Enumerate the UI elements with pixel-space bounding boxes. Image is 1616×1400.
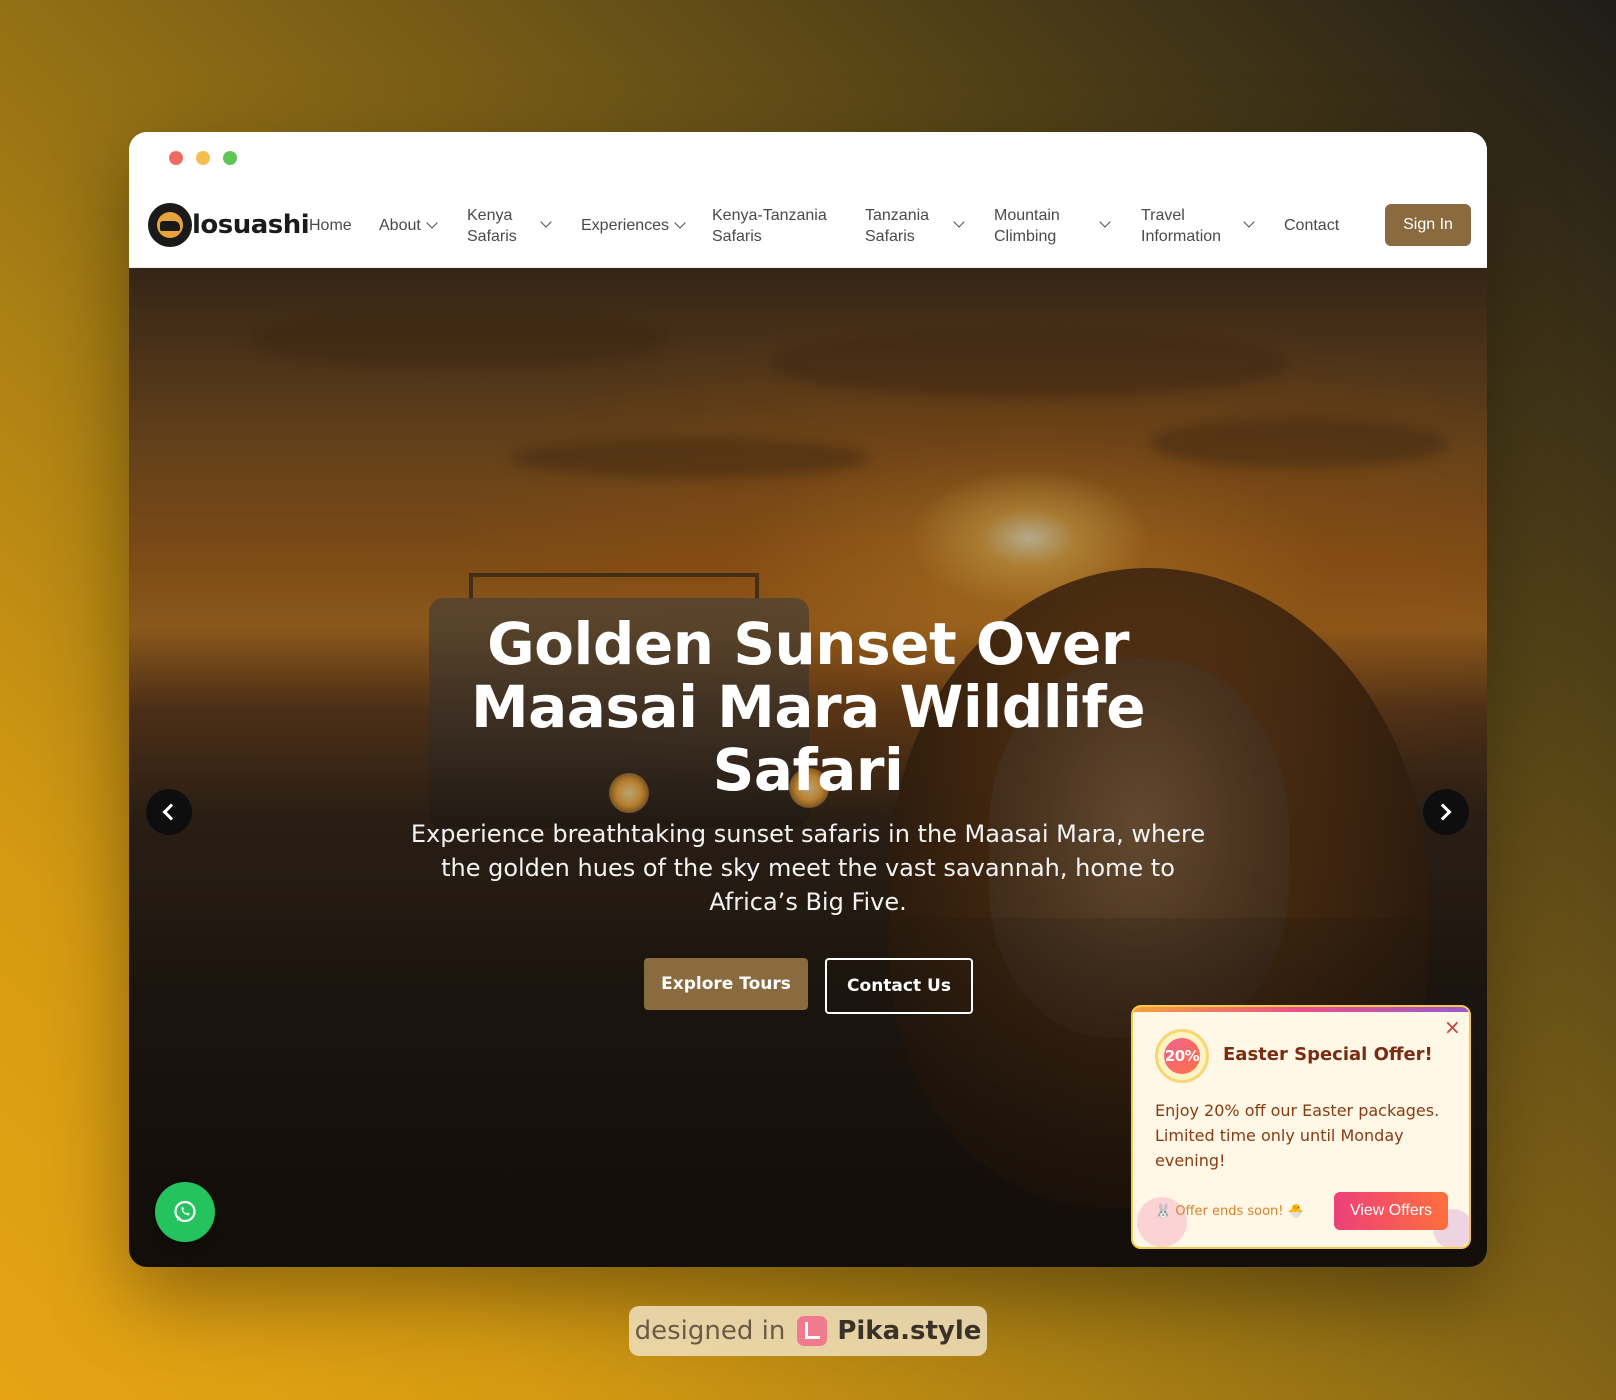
slider-next-button[interactable] (1423, 789, 1469, 835)
explore-tours-button[interactable]: Explore Tours (644, 958, 808, 1010)
whatsapp-icon (174, 1200, 196, 1223)
nav-item-travel-information[interactable]: Travel Information (1141, 205, 1231, 247)
promo-body: Enjoy 20% off our Easter packages. Limit… (1155, 1101, 1440, 1170)
nav-item-kenya-safaris[interactable]: Kenya Safaris (467, 205, 527, 247)
chevron-down-icon (426, 217, 438, 229)
promo-footnote: 🐰 Offer ends soon! 🐣 (1155, 1204, 1304, 1219)
chevron-right-icon (1434, 803, 1452, 821)
chevron-down-icon[interactable] (1099, 216, 1111, 228)
main-navbar: losuashi Home About Kenya Safaris Experi… (129, 186, 1487, 268)
discount-badge: 20% (1155, 1029, 1209, 1083)
easter-offer-popup: × 20% Easter Special Offer! Enjoy 20% of… (1131, 1005, 1471, 1249)
hero-title: Golden Sunset Over Maasai Mara Wildlife … (470, 610, 1146, 804)
chevron-down-icon[interactable] (1243, 216, 1255, 228)
nav-item-mountain-climbing[interactable]: Mountain Climbing (994, 205, 1074, 247)
chevron-down-icon[interactable] (540, 216, 552, 228)
nav-item-kenya-tanzania-safaris[interactable]: Kenya-Tanzania Safaris (712, 205, 837, 247)
view-offers-button[interactable]: View Offers (1334, 1192, 1448, 1230)
nav-item-contact[interactable]: Contact (1284, 215, 1339, 236)
site-logo[interactable]: losuashi (148, 203, 310, 247)
close-window-button[interactable] (169, 151, 183, 165)
sign-in-button[interactable]: Sign In (1385, 204, 1471, 246)
nav-item-about[interactable]: About (379, 215, 438, 236)
chevron-down-icon (674, 217, 686, 229)
designed-in-badge[interactable]: designed in Pika.style (629, 1306, 987, 1356)
window-titlebar (129, 132, 1487, 186)
nav-item-experiences[interactable]: Experiences (581, 215, 686, 236)
browser-window: losuashi Home About Kenya Safaris Experi… (129, 132, 1487, 1267)
minimize-window-button[interactable] (196, 151, 210, 165)
whatsapp-chat-button[interactable] (155, 1182, 215, 1242)
lion-sunset-logo-icon (148, 203, 192, 247)
maximize-window-button[interactable] (223, 151, 237, 165)
crop-icon (797, 1316, 828, 1346)
hero-subtitle: Experience breathtaking sunset safaris i… (410, 820, 1206, 916)
logo-text: losuashi (192, 210, 310, 240)
promo-title: Easter Special Offer! (1223, 1044, 1433, 1065)
chevron-down-icon[interactable] (953, 216, 965, 228)
slider-prev-button[interactable] (146, 789, 192, 835)
hero-slider: Golden Sunset Over Maasai Mara Wildlife … (129, 268, 1487, 1267)
close-icon[interactable]: × (1444, 1017, 1461, 1037)
nav-item-tanzania-safaris[interactable]: Tanzania Safaris (865, 205, 940, 247)
chevron-left-icon (162, 803, 180, 821)
contact-us-button[interactable]: Contact Us (825, 958, 973, 1014)
nav-item-home[interactable]: Home (309, 215, 352, 236)
